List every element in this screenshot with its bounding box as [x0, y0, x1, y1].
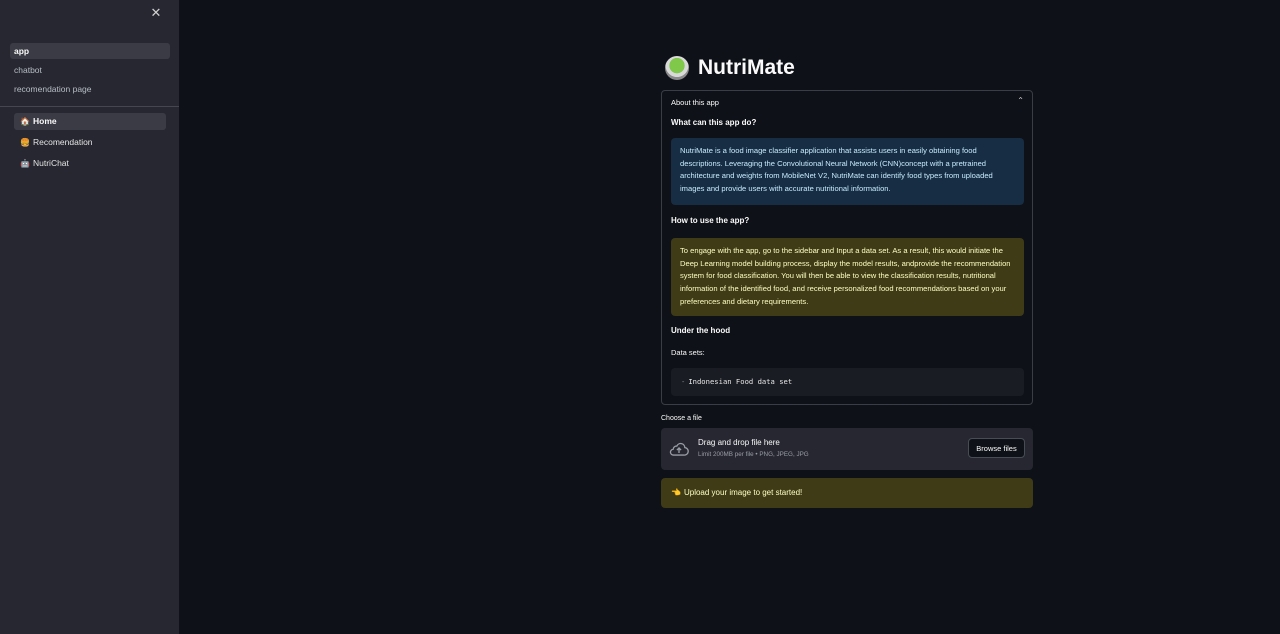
page-nav-app[interactable]: app [10, 43, 170, 59]
how-heading: How to use the app? [671, 216, 750, 225]
menu-item-label: Recomendation [33, 137, 93, 147]
menu-item-label: Home [33, 116, 57, 126]
cloud-upload-icon [669, 442, 689, 456]
dataset-code-block: - Indonesian Food data set [671, 368, 1024, 396]
what-heading: What can this app do? [671, 118, 757, 127]
salad-bowl-icon [665, 56, 689, 80]
menu-item-label: NutriChat [33, 158, 69, 168]
info-box-description: NutriMate is a food image classifier app… [671, 138, 1024, 205]
about-expander: About this app ⌃ What can this app do? N… [661, 90, 1033, 405]
list-dash: - [681, 377, 686, 386]
upload-alert: 👈 Upload your image to get started! [661, 478, 1033, 508]
alert-text: Upload your image to get started! [683, 488, 803, 497]
menu-item-recomendation[interactable]: 🍔 Recomendation [14, 134, 166, 151]
datasets-label: Data sets: [671, 348, 705, 357]
close-sidebar-icon[interactable]: ✕ [148, 5, 164, 21]
sidebar-divider [0, 106, 179, 107]
burger-icon: 🍔 [20, 138, 30, 147]
page-nav: app chatbot recomendation page [10, 43, 170, 100]
page-nav-chatbot[interactable]: chatbot [10, 62, 170, 78]
page-title: NutriMate [698, 56, 795, 79]
expander-header[interactable]: About this app [671, 98, 719, 107]
drop-title: Drag and drop file here [698, 438, 780, 447]
dataset-item: Indonesian Food data set [688, 377, 793, 386]
page-title-row: NutriMate [665, 52, 1033, 84]
pointing-hand-icon: 👈 [671, 488, 681, 497]
sidebar: ✕ app chatbot recomendation page 🏠 Home … [0, 0, 179, 634]
menu-item-nutrichat[interactable]: 🤖 NutriChat [14, 155, 166, 172]
browse-files-button[interactable]: Browse files [968, 438, 1025, 458]
file-dropzone[interactable]: Drag and drop file here Limit 200MB per … [661, 428, 1033, 470]
uploader-label: Choose a file [661, 415, 702, 422]
hood-heading: Under the hood [671, 326, 731, 335]
main-content: NutriMate About this app ⌃ What can this… [661, 52, 1033, 508]
option-menu: 🏠 Home 🍔 Recomendation 🤖 NutriChat [14, 113, 166, 176]
chevron-up-icon[interactable]: ⌃ [1017, 96, 1024, 105]
drop-limit: Limit 200MB per file • PNG, JPEG, JPG [698, 451, 809, 458]
robot-icon: 🤖 [20, 159, 30, 168]
house-icon: 🏠 [20, 117, 30, 126]
menu-item-home[interactable]: 🏠 Home [14, 113, 166, 130]
page-nav-recomendation-page[interactable]: recomendation page [10, 81, 170, 97]
info-box-howto: To engage with the app, go to the sideba… [671, 238, 1024, 316]
